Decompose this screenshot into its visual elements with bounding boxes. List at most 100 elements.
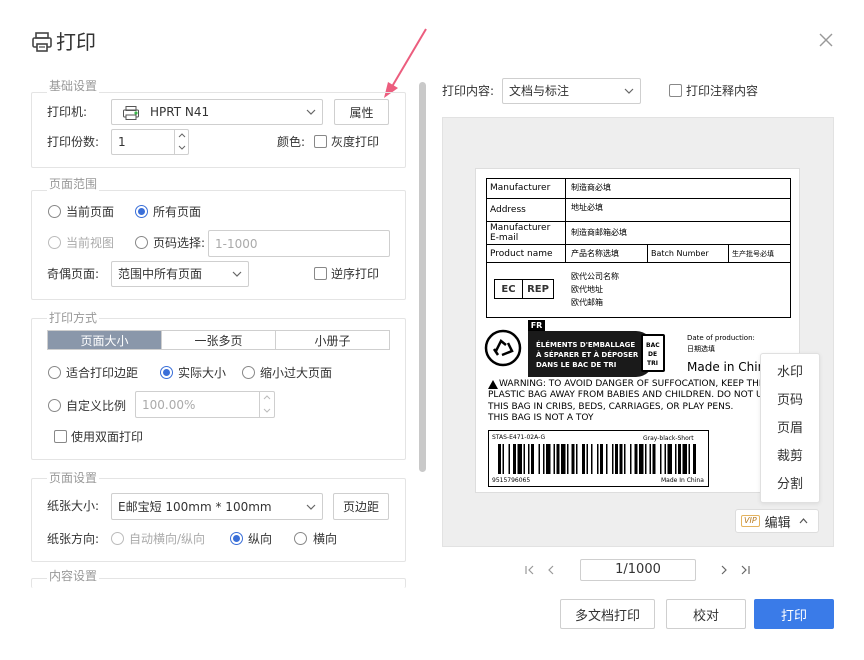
print-content-select[interactable]: 文档与标注 [502, 78, 641, 104]
printer-label: 打印机: [47, 105, 88, 119]
fit-margin-label: 适合打印边距 [66, 366, 139, 380]
current-page-radio[interactable] [48, 205, 61, 218]
tab-page-size[interactable]: 页面大小 [48, 331, 162, 349]
barcode-bar [606, 444, 608, 474]
edit-label: 编辑 [764, 515, 791, 531]
dialog-title: 打印 [56, 30, 96, 54]
barcode-bar [561, 444, 566, 474]
reverse-checkbox[interactable] [314, 267, 327, 280]
barcode-bar [571, 444, 575, 474]
duplex-checkbox[interactable] [54, 430, 67, 443]
chevron-down-icon[interactable] [178, 145, 186, 150]
basic-settings-label: 基础设置 [47, 79, 100, 93]
custom-scale-input[interactable]: 100.00% [135, 391, 275, 418]
actual-size-label: 实际大小 [178, 366, 227, 380]
odd-even-select[interactable]: 范围中所有页面 [111, 261, 249, 287]
last-page-icon[interactable] [739, 565, 751, 575]
chevron-down-icon [306, 504, 316, 510]
chevron-up-icon[interactable] [178, 133, 186, 138]
edit-button[interactable]: VIP 编辑 [735, 509, 819, 533]
menu-watermark[interactable]: 水印 [761, 364, 819, 382]
chevron-down-icon[interactable] [263, 408, 271, 413]
barcode-made: Made In China [661, 477, 704, 484]
multi-document-print-button[interactable]: 多文档打印 [560, 599, 655, 629]
barcode-bar [531, 444, 534, 474]
grayscale-label: 灰度打印 [331, 135, 380, 149]
shrink-oversize-radio[interactable] [242, 366, 255, 379]
odd-even-label: 奇偶页面: [47, 267, 100, 281]
landscape-radio[interactable] [294, 532, 307, 545]
page-select-placeholder: 1-1000 [215, 236, 258, 251]
barcode-bar [528, 444, 530, 474]
current-view-radio[interactable] [48, 236, 61, 249]
barcode-bar [556, 444, 560, 474]
custom-scale-label: 自定义比例 [66, 399, 127, 413]
preview-page: Manufacturer 制造商必填 Address 地址必填 Manufact… [475, 168, 800, 493]
paper-size-select[interactable]: E邮宝短 100mm * 100mm [111, 493, 323, 520]
proof-button[interactable]: 校对 [666, 599, 746, 629]
first-page-icon[interactable] [524, 565, 536, 575]
made-in: Made in Chin [687, 360, 766, 374]
page-number-value: 1/1000 [615, 562, 661, 577]
custom-scale-radio[interactable] [48, 399, 61, 412]
page-number-input[interactable]: 1/1000 [580, 559, 696, 581]
tab-multi-page[interactable]: 一张多页 [162, 331, 276, 349]
auto-orientation-radio[interactable] [111, 532, 124, 545]
barcode-bar [538, 444, 540, 474]
next-page-icon[interactable] [719, 565, 729, 575]
tab-booklet[interactable]: 小册子 [276, 331, 389, 349]
page-select-radio[interactable] [135, 236, 148, 249]
menu-crop[interactable]: 裁剪 [761, 448, 819, 466]
page-select-input[interactable]: 1-1000 [208, 230, 390, 257]
barcode-number: 9515796065 [492, 477, 531, 484]
grayscale-checkbox[interactable] [314, 135, 327, 148]
margin-button[interactable]: 页边距 [333, 493, 389, 520]
ec-text: EC [495, 280, 523, 298]
actual-size-radio[interactable] [160, 366, 173, 379]
copies-stepper[interactable] [174, 130, 188, 154]
warning-line-2: PLASTIC BAG AWAY FROM BABIES AND CHILDRE… [488, 390, 769, 400]
barcode-bar [624, 444, 626, 474]
eu-company: 欧代公司名称 [571, 272, 619, 281]
barcode-bar [664, 444, 666, 474]
barcode-bar [682, 444, 687, 474]
barcode-bar [630, 444, 632, 474]
custom-scale-value: 100.00% [142, 397, 196, 412]
settings-scrollbar[interactable] [419, 82, 426, 472]
portrait-radio[interactable] [230, 532, 243, 545]
menu-header[interactable]: 页眉 [761, 420, 819, 438]
barcode-variant: Gray-black-Short [643, 435, 694, 442]
barcode-bar [586, 444, 588, 474]
current-page-label: 当前页面 [66, 205, 115, 219]
warning-line-3: THIS BAG IN CRIBS, BEDS, CARRIAGES, OR P… [488, 402, 734, 412]
printer-select[interactable]: HPRT N41 [111, 99, 323, 125]
barcode-bar [615, 444, 618, 474]
chevron-up-icon[interactable] [263, 395, 271, 400]
page-setup-group [31, 478, 406, 562]
barcode-bar [546, 444, 551, 474]
properties-button[interactable]: 属性 [334, 99, 389, 125]
eu-email: 欧代邮箱 [571, 298, 603, 307]
barcode-bar [523, 444, 525, 474]
print-annotation-checkbox[interactable] [669, 84, 682, 97]
print-content-value: 文档与标注 [509, 84, 570, 98]
paper-size-value: E邮宝短 100mm * 100mm [118, 499, 272, 514]
page-setup-label: 页面设置 [47, 471, 100, 485]
chevron-down-icon [306, 109, 316, 115]
paper-size-label: 纸张大小: [47, 499, 100, 513]
barcode-bar [543, 444, 545, 474]
prev-page-icon[interactable] [546, 565, 556, 575]
menu-split[interactable]: 分割 [761, 476, 819, 494]
date-value: 日期选填 [687, 345, 715, 353]
print-button[interactable]: 打印 [754, 599, 834, 629]
close-icon[interactable] [816, 30, 836, 50]
print-annotation-label: 打印注释内容 [686, 84, 759, 98]
barcode-bar [597, 444, 599, 474]
all-pages-radio[interactable] [135, 205, 148, 218]
menu-page-number[interactable]: 页码 [761, 392, 819, 410]
custom-scale-stepper[interactable] [259, 392, 273, 417]
fit-margin-radio[interactable] [48, 366, 61, 379]
barcode-bar [660, 444, 662, 474]
copies-label: 打印份数: [47, 135, 100, 149]
barcode-bar [517, 444, 522, 474]
